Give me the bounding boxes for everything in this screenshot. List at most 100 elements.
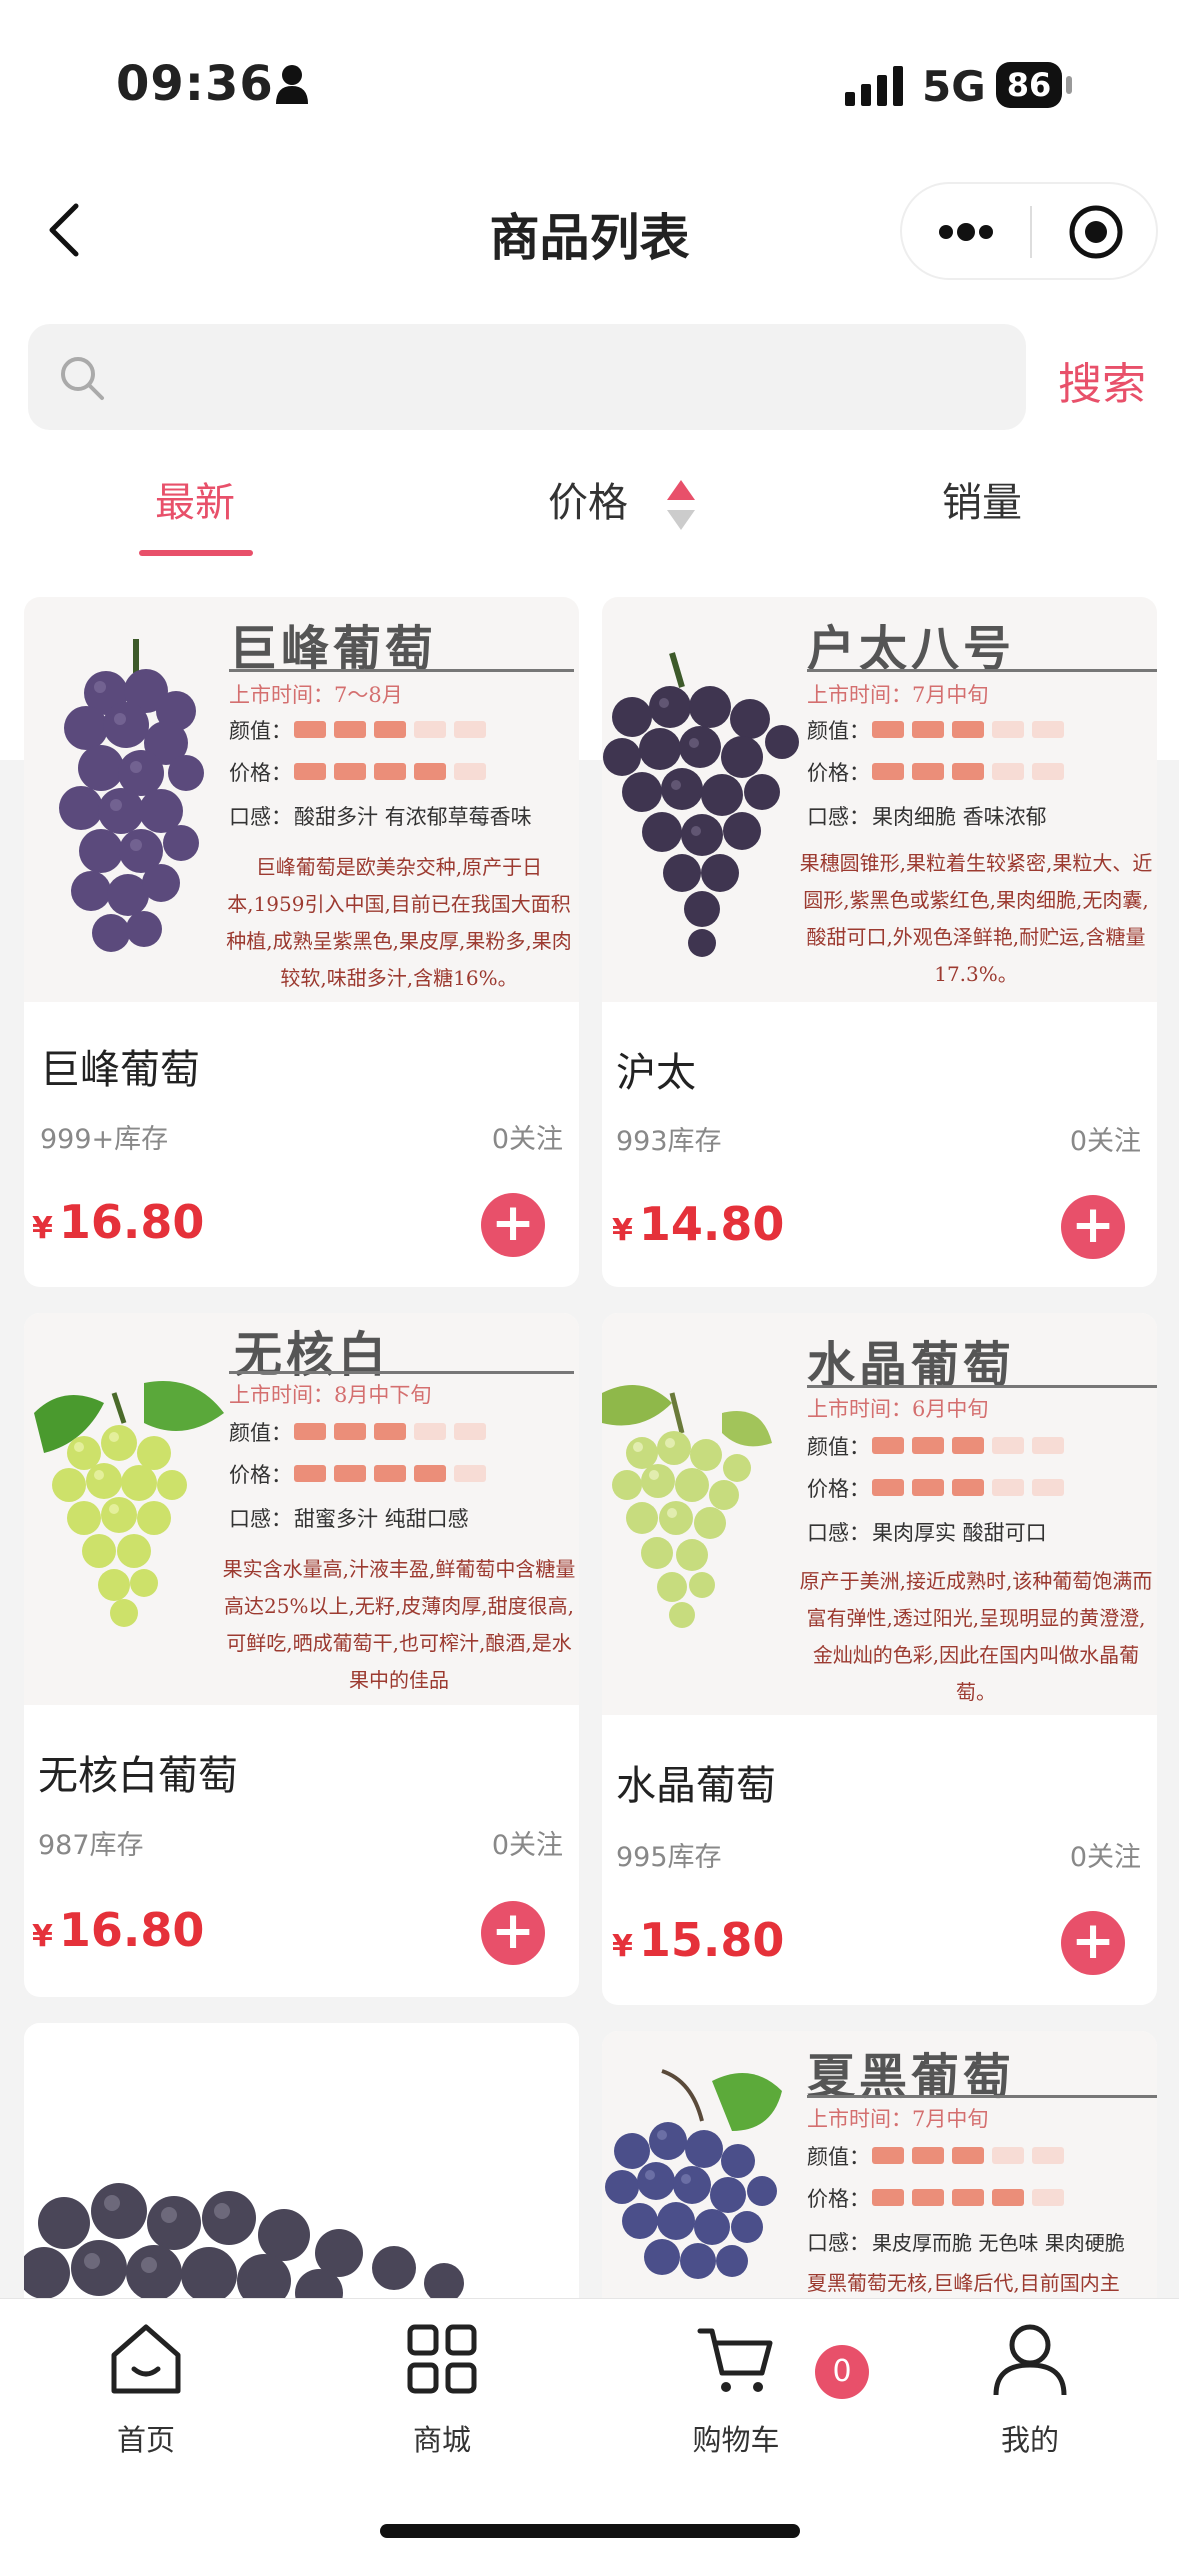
price-value: 14.80: [638, 1197, 785, 1251]
price-rating: [872, 763, 1064, 780]
look-label: 颜值：: [807, 719, 870, 743]
battery-indicator: 86: [996, 62, 1062, 108]
product-follow: 0关注: [1069, 1126, 1141, 1157]
taste-text: 果皮厚而脆 无色味 果肉硬脆: [872, 2231, 1125, 2255]
product-price: ¥16.80: [32, 1903, 204, 1957]
currency-symbol: ¥: [612, 1213, 633, 1248]
capsule-divider: [1030, 206, 1032, 258]
grape-cluster-image: [602, 1385, 772, 1628]
product-follow: 0关注: [1069, 1842, 1141, 1873]
home-indicator: [380, 2524, 800, 2538]
taste-text: 酸甜多汁 有浓郁草莓香味: [294, 805, 532, 829]
taste-label: 口感：: [807, 2231, 870, 2255]
add-to-cart-button[interactable]: +: [1061, 1195, 1125, 1259]
grape-cluster-image: [605, 2069, 782, 2279]
price-label: 价格：: [807, 2187, 870, 2211]
user-icon: [993, 2324, 1067, 2396]
taste-label: 口感：: [807, 1521, 870, 1545]
more-icon[interactable]: [936, 222, 996, 242]
tab-sales[interactable]: 销量: [922, 470, 1042, 528]
title-underline: [229, 669, 574, 672]
status-time: 09:36: [116, 56, 274, 112]
battery-tip: [1066, 76, 1072, 94]
price-label: 价格：: [229, 1463, 292, 1487]
search-button[interactable]: 搜索: [1058, 348, 1146, 412]
product-description: 果穗圆锥形,果粒着生较紧密,果粒大、近圆形,紫黑色或紫红色,果肉细脆,无肉囊,酸…: [799, 851, 1153, 986]
taste-label: 口感：: [229, 1507, 292, 1531]
currency-symbol: ¥: [32, 1211, 53, 1246]
tab-price[interactable]: 价格: [528, 470, 648, 528]
person-icon: [276, 65, 308, 104]
product-image: 夏黑葡萄 上市时间：7月中旬 颜值： 价格： 口感： 果皮厚而脆 无色味 果肉硬…: [602, 2031, 1157, 2298]
currency-symbol: ¥: [32, 1919, 53, 1954]
product-description: 巨峰葡萄是欧美杂交种,原产于日本,1959引入中国,目前已在我国大面积种植,成熟…: [226, 855, 572, 990]
status-bar: 09:36 5G 86: [0, 0, 1179, 170]
product-description: 原产于美洲,接近成熟时,该种葡萄饱满而富有弹性,透过阳光,呈现明显的黄澄澄,金灿…: [799, 1569, 1153, 1704]
bottom-tab-mall[interactable]: 商城: [352, 2321, 532, 2459]
close-target-icon[interactable]: [1068, 204, 1124, 260]
bottom-tab-home[interactable]: 首页: [56, 2321, 236, 2459]
sort-arrows-icon[interactable]: [664, 478, 698, 532]
product-card[interactable]: 水晶葡萄 上市时间：6月中旬 颜值： 价格： 口感： 果肉厚实 酸甜可口 原产于…: [602, 1313, 1157, 2005]
tab-newest[interactable]: 最新: [120, 470, 270, 528]
look-rating: [294, 1423, 486, 1440]
product-name: 无核白葡萄: [38, 1753, 238, 1799]
product-stock: 999+库存: [40, 1124, 169, 1155]
look-rating: [872, 721, 1064, 738]
look-label: 颜值：: [229, 719, 292, 743]
product-card[interactable]: 夏黑葡萄 上市时间：7月中旬 颜值： 价格： 口感： 果皮厚而脆 无色味 果肉硬…: [602, 2031, 1157, 2298]
cart-badge: 0: [815, 2345, 869, 2399]
product-follow: 0关注: [491, 1124, 563, 1155]
product-card[interactable]: 无核白 上市时间：8月中下旬 颜值： 价格： 口感： 甜蜜多汁 纯甜口感 果实含…: [24, 1313, 579, 1997]
look-rating: [872, 1437, 1064, 1454]
taste-label: 口感：: [229, 805, 292, 829]
product-stock: 987库存: [38, 1830, 144, 1861]
title-underline: [807, 2095, 1157, 2098]
bottom-tab-me[interactable]: 我的: [940, 2321, 1120, 2459]
nav-bar: 商品列表: [0, 170, 1179, 320]
image-date: 上市时间：7～8月: [229, 683, 403, 707]
product-card[interactable]: [24, 2023, 579, 2298]
tab-active-indicator: [139, 550, 253, 556]
price-value: 16.80: [58, 1195, 205, 1249]
title-underline: [807, 669, 1157, 672]
taste-text: 果肉细脆 香味浓郁: [872, 805, 1047, 829]
price-rating: [294, 763, 486, 780]
bottom-tab-cart[interactable]: 购物车: [646, 2321, 826, 2459]
add-to-cart-button[interactable]: +: [1061, 1911, 1125, 1975]
price-label: 价格：: [807, 1477, 870, 1501]
product-card[interactable]: 巨峰葡萄 上市时间：7～8月 颜值： 价格： 口感： 酸甜多汁 有浓郁草莓香味 …: [24, 597, 579, 1287]
image-date: 上市时间：7月中旬: [807, 683, 989, 707]
bottom-tab-label: 首页: [116, 2423, 175, 2457]
product-card[interactable]: 户太八号 上市时间：7月中旬 颜值： 价格： 口感： 果肉细脆 香味浓郁 果穗圆…: [602, 597, 1157, 1287]
product-price: ¥14.80: [612, 1197, 784, 1251]
grape-cluster-image: [59, 639, 204, 952]
price-value: 15.80: [638, 1913, 785, 1967]
taste-text: 果肉厚实 酸甜可口: [872, 1521, 1047, 1545]
image-date: 上市时间：7月中旬: [807, 2107, 989, 2131]
look-label: 颜值：: [807, 2145, 870, 2169]
grid-icon: [407, 2324, 477, 2394]
product-stock: 995库存: [616, 1842, 722, 1873]
home-icon: [111, 2324, 181, 2394]
look-label: 颜值：: [229, 1421, 292, 1445]
search-box[interactable]: [28, 324, 1026, 430]
product-image: 巨峰葡萄 上市时间：7～8月 颜值： 价格： 口感： 酸甜多汁 有浓郁草莓香味 …: [24, 597, 579, 1002]
add-to-cart-button[interactable]: +: [481, 1901, 545, 1965]
price-rating: [872, 2189, 1064, 2206]
product-price: ¥15.80: [612, 1913, 784, 1967]
cart-icon: [697, 2328, 773, 2392]
product-image: 水晶葡萄 上市时间：6月中旬 颜值： 价格： 口感： 果肉厚实 酸甜可口 原产于…: [602, 1313, 1157, 1715]
add-to-cart-button[interactable]: +: [481, 1193, 545, 1257]
bottom-tab-label: 我的: [1000, 2423, 1059, 2457]
search-input[interactable]: [118, 344, 998, 410]
network-type: 5G: [922, 62, 986, 111]
product-description: 夏黑葡萄无核,巨峰后代,目前国内主: [807, 2271, 1120, 2295]
price-rating: [294, 1465, 486, 1482]
product-name: 水晶葡萄: [616, 1763, 776, 1809]
look-rating: [872, 2147, 1064, 2164]
look-label: 颜值：: [807, 1435, 870, 1459]
taste-text: 甜蜜多汁 纯甜口感: [294, 1507, 469, 1531]
bottom-tab-bar: 首页 商城 购物车 0 我的: [0, 2298, 1179, 2556]
product-description: 果实含水量高,汁液丰盈,鲜葡萄中含糖量高达25%以上,无籽,皮薄肉厚,甜度很高,…: [222, 1557, 576, 1692]
